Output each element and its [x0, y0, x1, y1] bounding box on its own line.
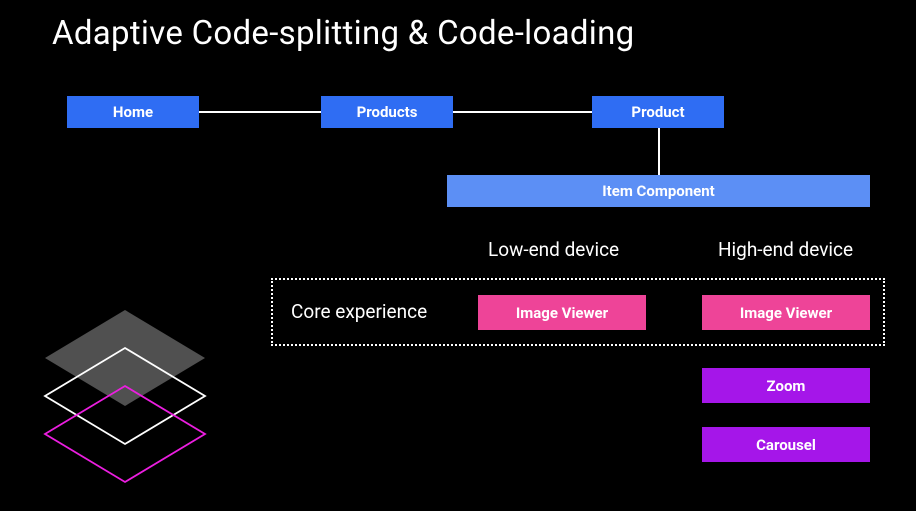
- module-zoom-label: Zoom: [767, 377, 806, 395]
- core-experience-label: Core experience: [291, 300, 427, 323]
- node-product-label: Product: [631, 103, 684, 121]
- node-home-label: Home: [113, 103, 153, 121]
- node-products: Products: [321, 96, 453, 128]
- module-zoom: Zoom: [702, 368, 870, 403]
- connector-home-products: [199, 111, 321, 113]
- node-product: Product: [592, 96, 724, 128]
- module-carousel: Carousel: [702, 427, 870, 462]
- node-products-label: Products: [357, 103, 418, 121]
- module-image-viewer-low: Image Viewer: [478, 295, 646, 330]
- node-item-component: Item Component: [447, 175, 870, 207]
- module-image-viewer-high-label: Image Viewer: [740, 304, 832, 322]
- connector-products-product: [453, 111, 592, 113]
- module-image-viewer-high: Image Viewer: [702, 295, 870, 330]
- page-title: Adaptive Code-splitting & Code-loading: [52, 14, 634, 53]
- connector-product-item: [658, 127, 660, 175]
- header-high-end: High-end device: [718, 238, 853, 261]
- module-carousel-label: Carousel: [756, 436, 816, 454]
- module-image-viewer-low-label: Image Viewer: [516, 304, 608, 322]
- node-item-component-label: Item Component: [602, 182, 714, 200]
- header-low-end: Low-end device: [488, 238, 619, 261]
- layers-icon: [25, 300, 225, 500]
- diagram-stage: Adaptive Code-splitting & Code-loading H…: [0, 0, 916, 511]
- node-home: Home: [67, 96, 199, 128]
